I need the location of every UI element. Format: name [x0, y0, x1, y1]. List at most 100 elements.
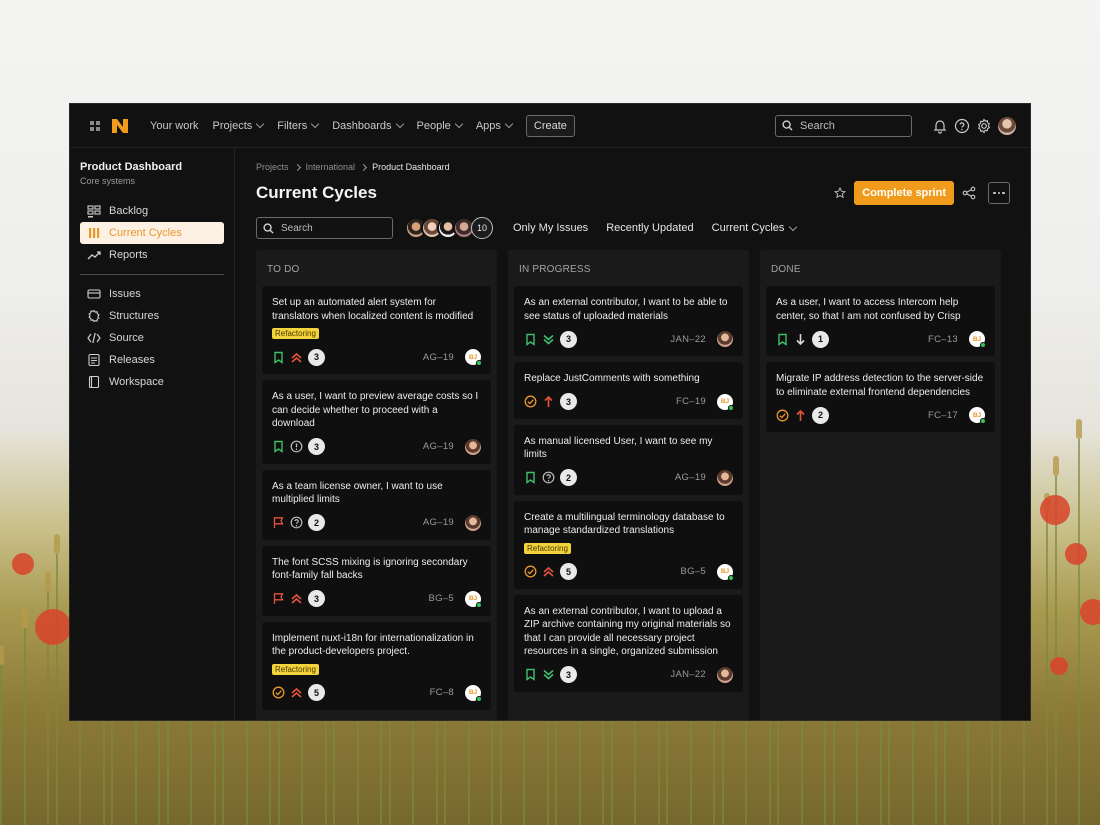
top-search-input[interactable]: Search [775, 114, 912, 137]
priority-highest-icon [291, 687, 302, 698]
issue-key[interactable]: FC–19 [676, 396, 706, 407]
logo-icon[interactable] [110, 116, 130, 136]
issue-card[interactable]: As a user, I want to preview average cos… [262, 380, 491, 464]
assignee-avatar[interactable] [717, 469, 733, 486]
priority-lowest-icon [543, 334, 554, 345]
assignee-avatar[interactable]: BJ [969, 407, 986, 424]
sidebar-item-issues[interactable]: Issues [80, 283, 224, 305]
issue-key[interactable]: AG–19 [675, 472, 706, 483]
assignee-avatar[interactable]: BJ [717, 563, 734, 581]
poppy-flower [35, 609, 71, 645]
poppy-flower [1065, 543, 1087, 565]
page-title: Current Cycles [256, 183, 377, 202]
board-search-placeholder: Search [281, 222, 313, 234]
assignee-initials: BJ [468, 689, 478, 696]
create-button[interactable]: Create [525, 114, 575, 137]
bookmark-icon [526, 668, 535, 681]
issue-title: As a user, I want to access Intercom hel… [776, 297, 961, 322]
filter-only-my-issues[interactable]: Only My Issues [513, 222, 588, 234]
settings-icon[interactable] [976, 117, 992, 134]
issue-card[interactable]: Replace JustComments with something 3 FC–1… [514, 362, 743, 419]
flag-icon [273, 517, 284, 528]
issue-card[interactable]: As an external contributor, I want to up… [514, 594, 743, 692]
wheat-head [45, 571, 51, 591]
question-circle-icon [542, 471, 555, 484]
poppy-flower [1080, 599, 1100, 625]
assignee-avatar[interactable]: BJ [717, 393, 734, 411]
issue-title: Set up an automated alert system for tra… [272, 297, 474, 322]
card-footer: 2 AG–19 [524, 469, 733, 487]
issue-key[interactable]: BG–5 [429, 593, 455, 604]
issue-key[interactable]: AG–19 [423, 352, 454, 363]
sidebar-item-backlog[interactable]: Backlog [80, 200, 224, 222]
bell-icon[interactable] [932, 118, 948, 134]
breadcrumb-separator-icon [360, 163, 368, 171]
chevron-down-icon [310, 119, 320, 129]
help-icon[interactable] [954, 118, 970, 134]
assignee-avatar[interactable] [465, 438, 481, 455]
assignee-avatar[interactable]: BJ [465, 349, 482, 366]
complete-sprint-button[interactable]: Complete sprint [854, 181, 954, 205]
issue-key[interactable]: JAN–22 [670, 334, 706, 345]
more-options-button[interactable] [988, 182, 1010, 204]
sidebar-item-current-cycles[interactable]: Current Cycles [80, 222, 224, 244]
nav-item-projects[interactable]: Projects [213, 120, 265, 132]
sidebar-item-reports[interactable]: Reports [80, 244, 224, 266]
sidebar-item-structures[interactable]: Structures [80, 305, 224, 327]
project-subtitle: Core systems [80, 176, 136, 186]
story-points-badge: 3 [560, 393, 577, 410]
issue-card[interactable]: Set up an automated alert system for tra… [262, 286, 491, 374]
project-title: Product Dashboard [80, 161, 183, 173]
assignee-avatar[interactable] [717, 666, 733, 683]
board-search-input[interactable]: Search [256, 217, 393, 239]
breadcrumb: Projects International Product Dashboard [256, 162, 1010, 172]
app-switcher-icon[interactable] [90, 120, 100, 131]
wheat-stalk [1054, 476, 1057, 825]
assignee-avatar[interactable] [465, 514, 481, 531]
issue-key[interactable]: JAN–22 [670, 669, 706, 680]
issue-card[interactable]: As a team license owner, I want to use m… [262, 469, 491, 540]
page-header: Current Cycles Complete sprint [256, 180, 1010, 206]
nav-item-filters[interactable]: Filters [277, 119, 320, 132]
sidebar-item-workspace[interactable]: Workspace [80, 371, 224, 393]
breadcrumb-international[interactable]: International [306, 162, 356, 172]
wheat-stalk [1046, 513, 1048, 825]
issue-key[interactable]: FC–13 [928, 334, 958, 345]
nav-item-apps[interactable]: Apps [476, 120, 514, 132]
nav-item-your-work[interactable]: Your work [150, 120, 199, 132]
breadcrumb-separator-icon [293, 163, 301, 171]
user-avatar[interactable] [998, 116, 1016, 135]
filter-recently-updated[interactable]: Recently Updated [606, 222, 693, 234]
board-column: IN PROGRESS As an external contributor, I… [508, 250, 749, 720]
issue-key[interactable]: FC–8 [430, 687, 454, 698]
breadcrumb-projects[interactable]: Projects [256, 162, 289, 172]
issue-card[interactable]: The font SCSS mixing is ignoring seconda… [262, 545, 491, 616]
issue-card[interactable]: Create a multilingual terminology databa… [514, 500, 743, 589]
issue-card[interactable]: Migrate IP address detection to the serv… [766, 362, 995, 432]
issue-key[interactable]: AG–19 [423, 517, 454, 528]
share-icon[interactable] [962, 186, 976, 200]
more-assignees-count[interactable]: 10 [471, 217, 493, 239]
assignee-avatar[interactable]: BJ [969, 331, 986, 348]
wheat-stalk [0, 665, 2, 825]
star-icon[interactable] [834, 187, 847, 199]
issue-title: As an external contributor, I want to be… [524, 297, 728, 322]
issue-title: As manual licensed User, I want to see m… [524, 435, 713, 461]
issue-key[interactable]: FC–17 [928, 410, 958, 421]
nav-item-dashboards[interactable]: Dashboards [332, 120, 404, 132]
filter-current-cycles[interactable]: Current Cycles [712, 222, 798, 234]
issue-key[interactable]: BG–5 [681, 566, 707, 577]
issue-key[interactable]: AG–19 [423, 441, 454, 452]
assignee-avatar[interactable]: BJ [465, 590, 482, 608]
issue-card[interactable]: As an external contributor, I want to be… [514, 286, 743, 356]
issue-card[interactable]: As manual licensed User, I want to see m… [514, 424, 743, 495]
issue-card[interactable]: Implement nuxt-i18n for internationaliza… [262, 621, 491, 710]
sidebar-item-releases[interactable]: Releases [80, 349, 224, 371]
story-points-badge: 2 [812, 406, 829, 424]
issue-card[interactable]: As a user, I want to access Intercom hel… [766, 286, 995, 356]
sidebar-item-source[interactable]: Source [80, 327, 224, 349]
nav-item-people[interactable]: People [417, 120, 464, 132]
assignee-avatar[interactable] [717, 331, 733, 347]
story-points-badge: 3 [308, 438, 325, 455]
assignee-avatar[interactable]: BJ [465, 684, 482, 702]
